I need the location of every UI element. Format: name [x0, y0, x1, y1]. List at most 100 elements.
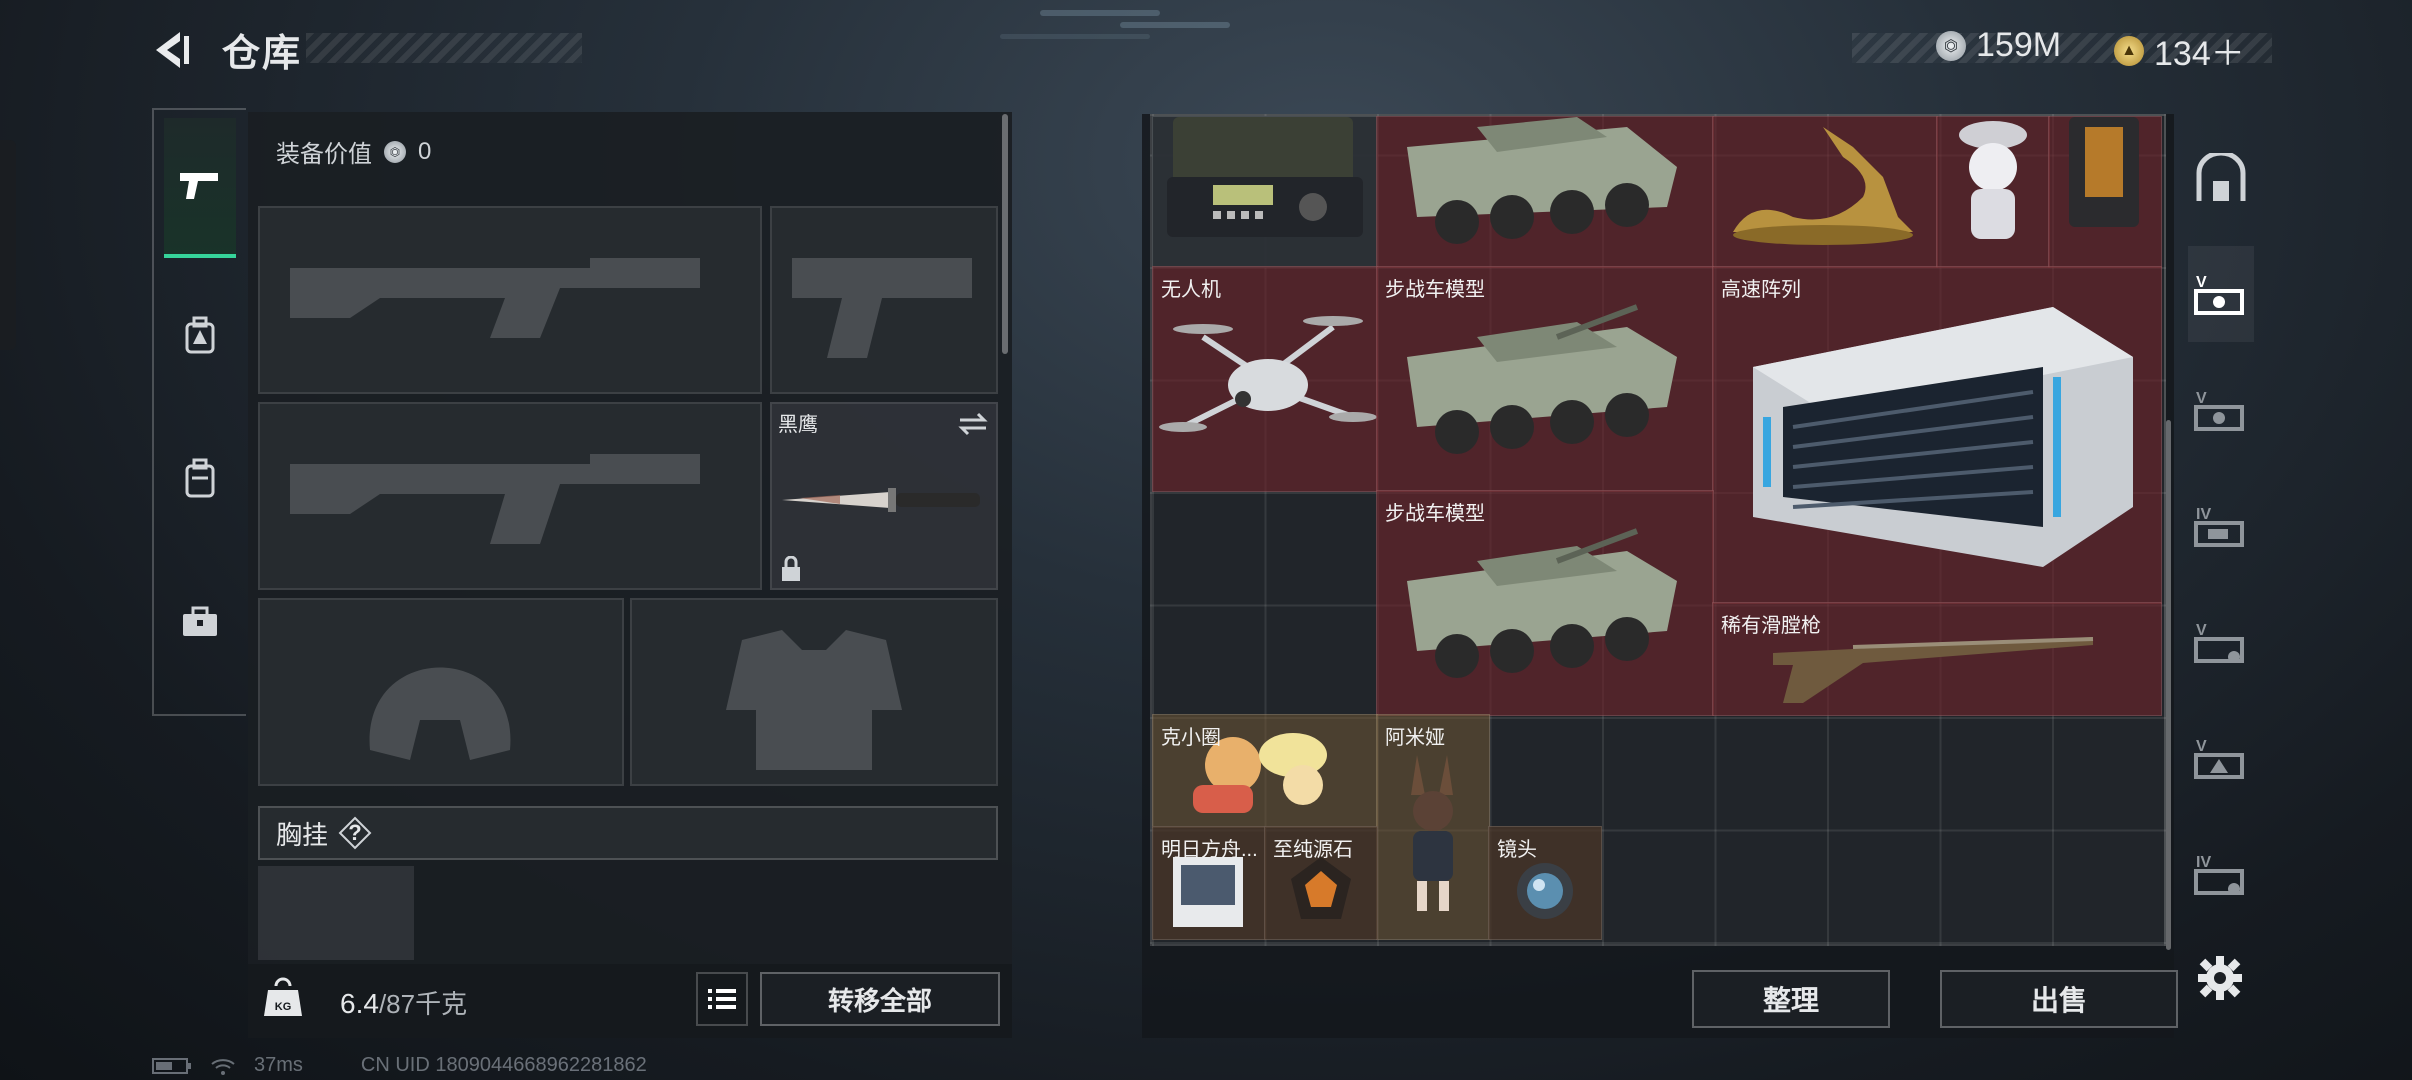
tab-storage-iv1[interactable]: IV	[2188, 478, 2254, 574]
help-icon[interactable]: ?	[338, 816, 372, 850]
radio-icon	[1167, 117, 1363, 237]
grid-item[interactable]	[1152, 116, 1378, 268]
item-name: 镜头	[1497, 839, 1537, 861]
warehouse-grid: 无人机 步战车模型 高速阵列 步战车模型 稀有滑膛枪 克小圈 阿米娅 明日方舟.…	[1150, 114, 2166, 946]
storage-v-icon: V	[2194, 738, 2244, 779]
item-name: 明日方舟...	[1161, 839, 1258, 861]
weight-readout: 6.4/87千克	[340, 984, 467, 1021]
swap-icon[interactable]	[958, 412, 988, 436]
silver-coin-icon: ⏣	[1936, 30, 1966, 61]
category-tabs	[152, 108, 246, 716]
grid-item[interactable]: 镜头	[1488, 826, 1602, 940]
grid-item[interactable]: 稀有滑膛枪	[1712, 602, 2162, 716]
grid-item[interactable]: 明日方舟...	[1152, 826, 1266, 940]
page-title: 仓库	[222, 33, 303, 75]
tab-storage-v1[interactable]: V	[2188, 246, 2254, 342]
storage-tabs: V V IV V V IV	[2188, 114, 2258, 1014]
backpack-icon	[185, 458, 215, 498]
tab-all-storage[interactable]	[2188, 130, 2254, 226]
gold-coin-icon: ▲	[2114, 35, 2144, 66]
tab-weapons[interactable]	[164, 118, 236, 258]
body-armor-slot[interactable]	[630, 598, 998, 786]
weight-icon: KG	[264, 976, 302, 1018]
knife-name: 黑鹰	[778, 414, 818, 436]
svg-text:IV: IV	[2196, 506, 2211, 523]
grid-item[interactable]	[1376, 116, 1714, 268]
transfer-all-button[interactable]: 转移全部	[760, 972, 1000, 1026]
pistol-icon	[792, 258, 972, 358]
storage-v-icon: V	[2194, 622, 2244, 663]
chest-rig-item-slot[interactable]	[258, 866, 414, 960]
tab-storage-v2[interactable]: V	[2188, 362, 2254, 458]
body-armor-icon	[726, 630, 902, 770]
loadout-scrollbar[interactable]	[1002, 114, 1008, 354]
item-name: 阿米娅	[1385, 727, 1445, 749]
storage-iv-icon: IV	[2194, 506, 2244, 547]
equip-value: 装备价值 ⏣ 0	[276, 134, 431, 169]
user-uid: CN UID 1809044668962281862	[360, 1054, 647, 1076]
wifi-icon	[211, 1058, 235, 1075]
tab-armor[interactable]	[164, 268, 236, 404]
grid-item[interactable]: 至纯源石	[1264, 826, 1378, 940]
grid-item[interactable]: 无人机	[1152, 266, 1378, 492]
storage-v-icon: V	[2194, 274, 2244, 315]
warehouse-scrollbar[interactable]	[2166, 420, 2171, 950]
sort-button[interactable]: 整理	[1692, 970, 1890, 1028]
tab-storage-v3[interactable]: V	[2188, 594, 2254, 690]
grid-item[interactable]: 克小圈	[1152, 714, 1378, 828]
tab-storage-v4[interactable]: V	[2188, 710, 2254, 806]
equip-value-amount: 0	[418, 137, 432, 165]
svg-text:V: V	[2196, 390, 2207, 407]
gold-currency[interactable]: ▲ 134＋	[2114, 26, 2245, 75]
chest-rig-slot[interactable]: 胸挂 ?	[258, 806, 998, 860]
grid-item[interactable]: 步战车模型	[1376, 266, 1714, 492]
item-name: 步战车模型	[1385, 503, 1485, 525]
svg-text:V: V	[2196, 274, 2207, 291]
svg-text:V: V	[2196, 622, 2207, 639]
lock-icon	[782, 556, 800, 581]
weight-max: /87千克	[378, 989, 468, 1019]
grid-item[interactable]	[2048, 116, 2162, 268]
secondary-weapon-slot[interactable]	[258, 402, 762, 590]
silver-coin-icon: ⏣	[384, 140, 406, 163]
title-decor	[306, 33, 582, 63]
primary-weapon-slot[interactable]	[258, 206, 762, 394]
melee-slot[interactable]: 黑鹰	[770, 402, 998, 590]
tab-storage-iv2[interactable]: IV	[2188, 826, 2254, 922]
item-name: 无人机	[1161, 279, 1221, 301]
item-name: 稀有滑膛枪	[1721, 615, 1821, 637]
server-array-icon	[1753, 307, 2133, 567]
figurine-icon	[1959, 121, 2027, 239]
grid-item[interactable]: 步战车模型	[1376, 490, 1714, 716]
status-bar: 37ms CN UID 1809044668962281862	[152, 1054, 647, 1077]
storage-v-icon: V	[2194, 390, 2244, 431]
tab-tools[interactable]	[164, 554, 236, 690]
help-glyph: ?	[348, 820, 362, 845]
item-name: 克小圈	[1161, 727, 1221, 749]
equip-value-label: 装备价值	[276, 141, 372, 168]
golden-deer-statue-icon	[1733, 127, 1913, 245]
grid-item[interactable]	[1936, 116, 2050, 268]
pistol-slot[interactable]	[770, 206, 998, 394]
grid-item[interactable]	[1712, 116, 1938, 268]
silver-currency[interactable]: ⏣ 159M	[1936, 26, 2061, 65]
ifv-model-icon	[1407, 117, 1677, 244]
grid-item[interactable]: 高速阵列	[1712, 266, 2162, 604]
backpack-armor-icon	[185, 316, 215, 354]
settings-gear-icon[interactable]	[2196, 954, 2244, 1002]
sell-button[interactable]: 出售	[1940, 970, 2178, 1028]
pistol-icon	[180, 173, 218, 199]
grid-item[interactable]: 阿米娅	[1376, 714, 1490, 940]
svg-text:IV: IV	[2196, 854, 2211, 871]
assault-rifle-icon	[290, 258, 700, 338]
side-handle[interactable]	[0, 140, 16, 350]
gold-amount: 134＋	[2154, 35, 2245, 73]
svg-text:KG: KG	[275, 1001, 292, 1013]
back-arrow-icon[interactable]	[150, 28, 194, 72]
tab-backpack[interactable]	[164, 410, 236, 546]
list-icon	[708, 989, 736, 1009]
list-view-button[interactable]	[696, 972, 748, 1026]
battery-icon	[152, 1057, 191, 1074]
silver-amount: 159M	[1976, 26, 2062, 64]
helmet-slot[interactable]	[258, 598, 624, 786]
